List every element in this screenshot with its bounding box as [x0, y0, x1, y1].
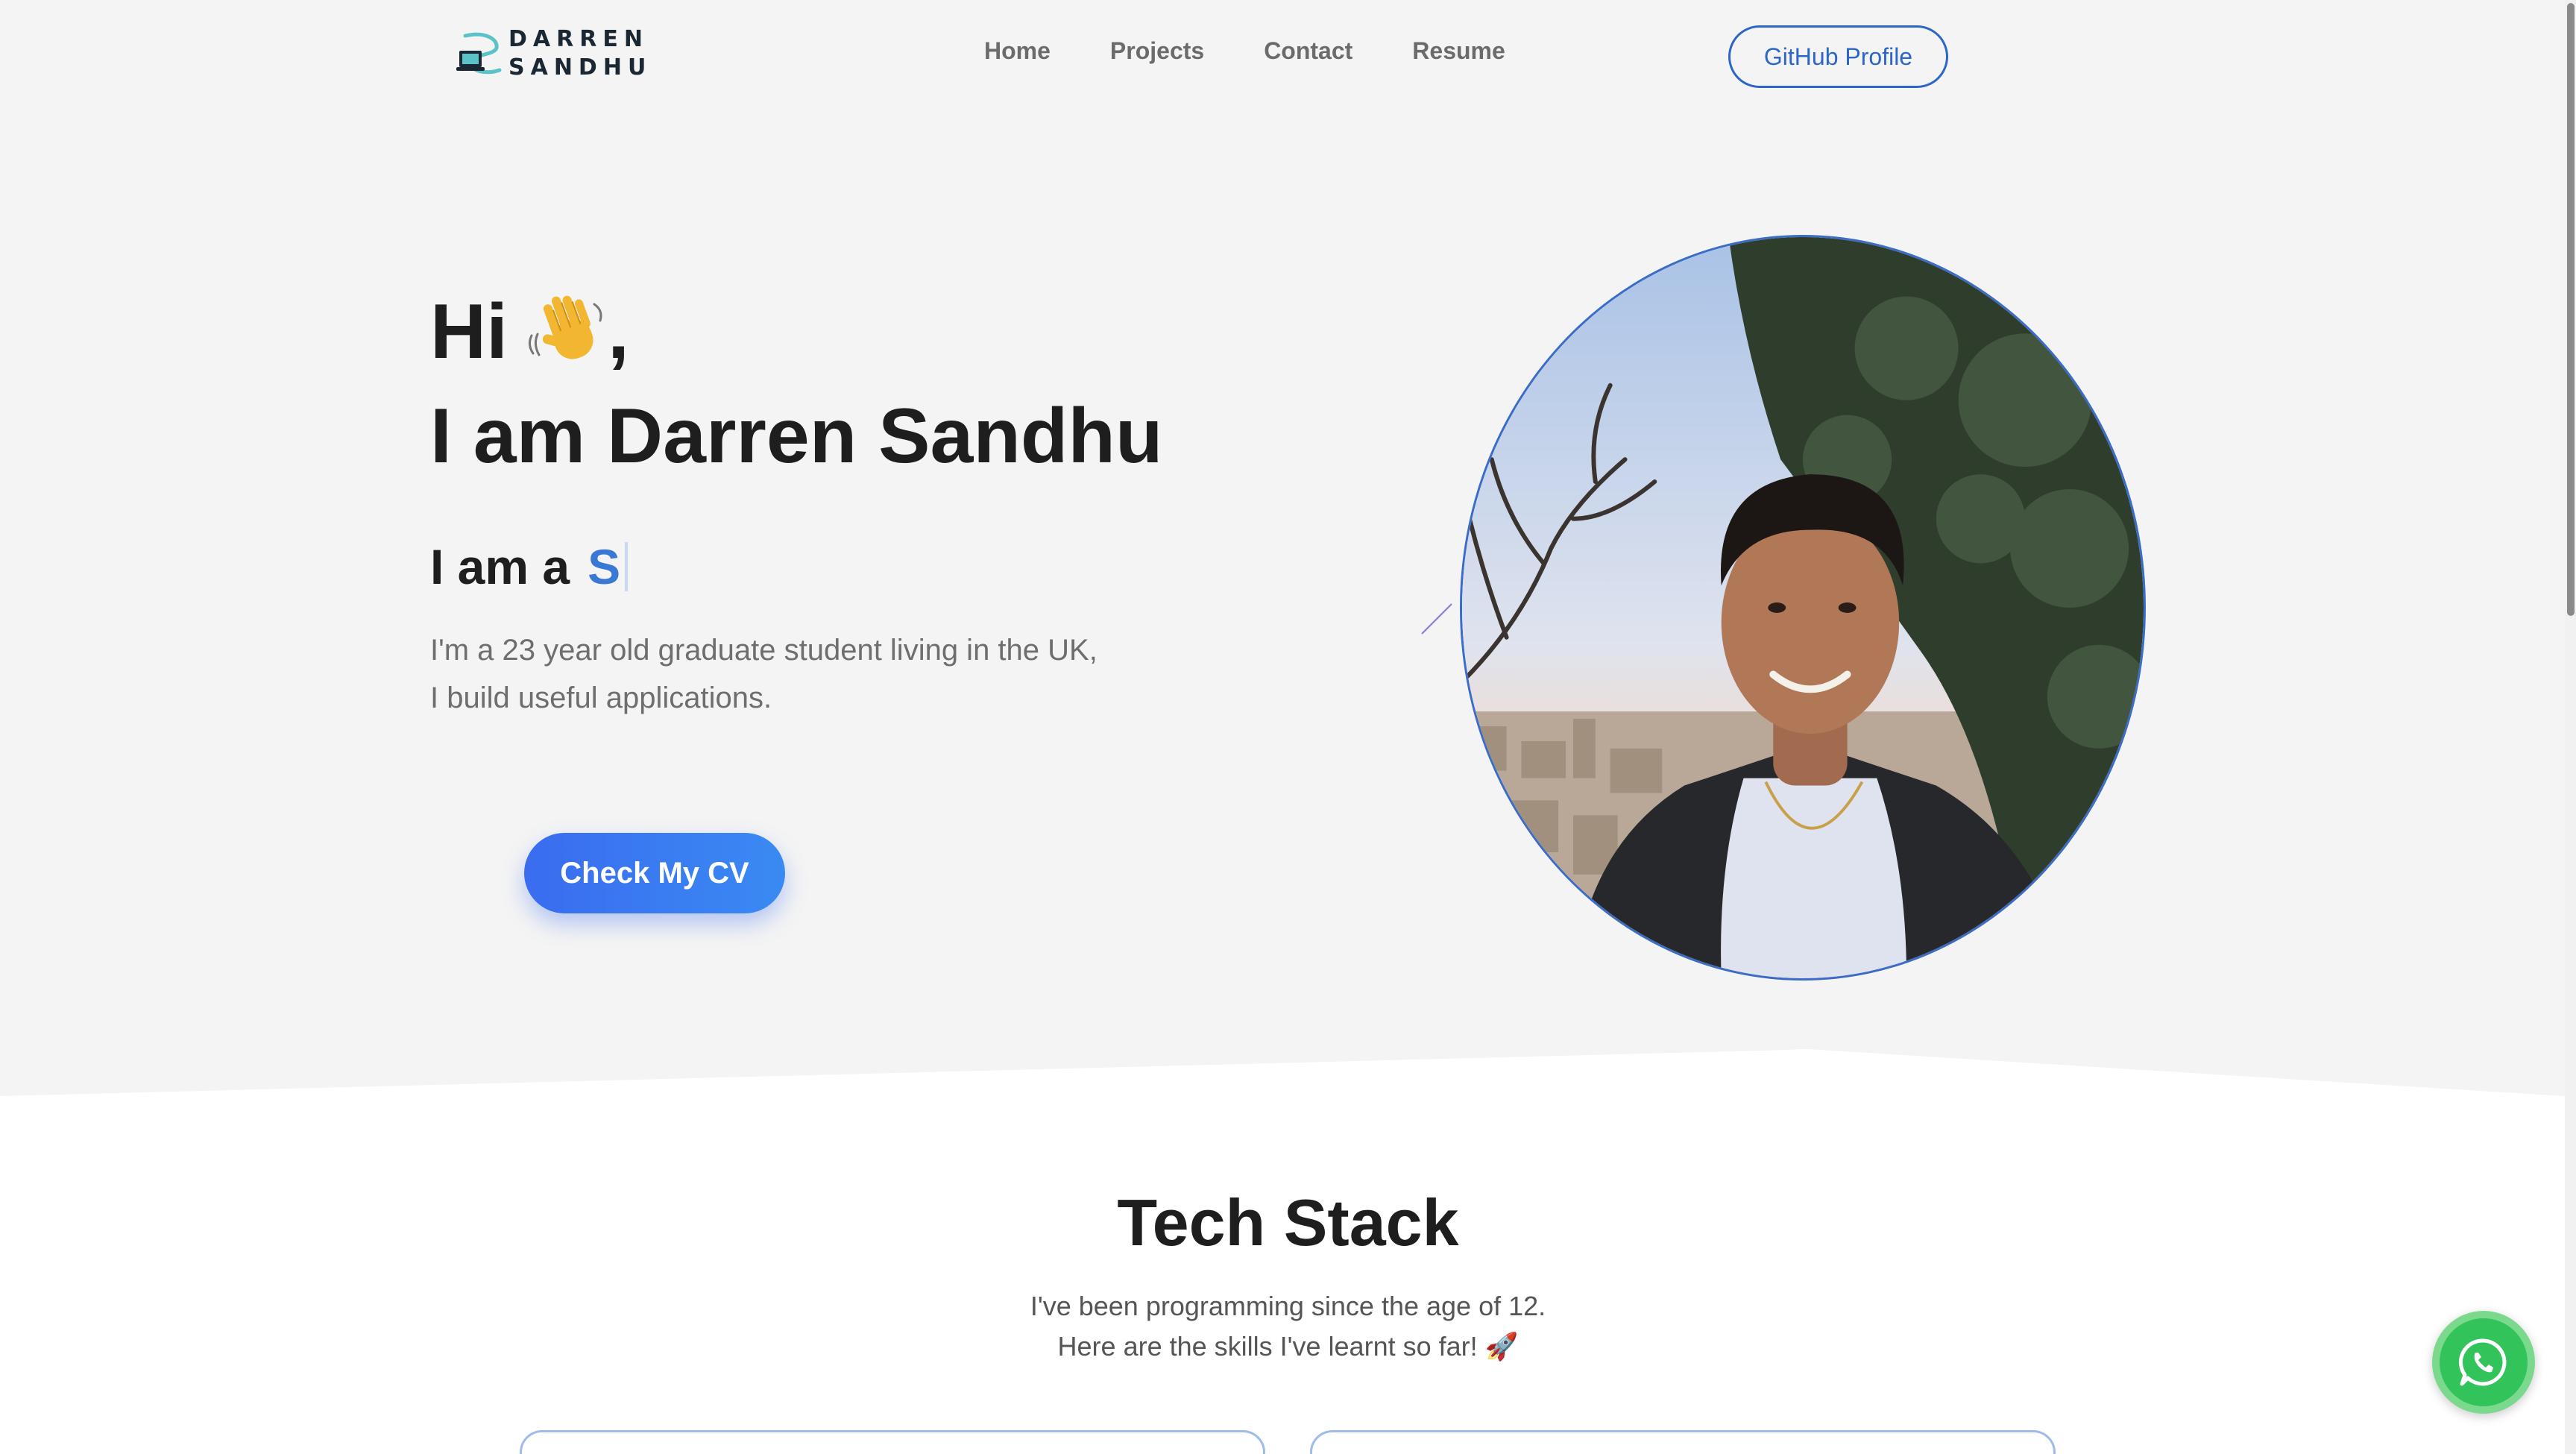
tech-stack-section [0, 1096, 2565, 1454]
logo-mark-icon [455, 28, 506, 79]
logo-line-last: SANDHU [508, 54, 652, 81]
waving-hand-icon [526, 291, 608, 373]
hero-role-typewriter: I am a S [430, 537, 629, 597]
nav-home-link[interactable]: Home [984, 37, 1051, 65]
site-logo[interactable]: DARREN SANDHU [455, 24, 646, 84]
whatsapp-chat-button[interactable] [2432, 1311, 2535, 1414]
tech-stack-subtitle: I've been programming since the age of 1… [0, 1286, 2576, 1367]
tech-subtitle-line-second: Here are the skills I've learnt so far! … [1057, 1331, 1519, 1362]
hero-greeting: Hi , [430, 287, 629, 377]
nav-resume-link[interactable]: Resume [1412, 37, 1505, 65]
profile-photo [1460, 235, 2146, 981]
greeting-comma: , [608, 289, 629, 375]
hero-description: I'm a 23 year old graduate student livin… [430, 626, 1176, 722]
nav-contact-link[interactable]: Contact [1264, 37, 1352, 65]
github-profile-button[interactable]: GitHub Profile [1728, 25, 1948, 88]
logo-wordmark: DARREN SANDHU [508, 25, 652, 82]
tech-subtitle-line-first: I've been programming since the age of 1… [1030, 1291, 1546, 1321]
nav-projects-link[interactable]: Projects [1110, 37, 1204, 65]
description-line-first: I'm a 23 year old graduate student livin… [430, 634, 1098, 667]
skill-card [520, 1430, 1265, 1454]
logo-line-first: DARREN [508, 26, 649, 52]
hero-name-heading: I am Darren Sandhu [430, 393, 1163, 479]
whatsapp-icon [2440, 1318, 2528, 1406]
site-header: DARREN SANDHU Home Projects Contact Resu… [0, 0, 2565, 112]
typing-caret [625, 542, 629, 591]
check-cv-button[interactable]: Check My CV [524, 833, 785, 913]
decorative-streak [1421, 603, 1452, 635]
role-prefix: I am a [430, 539, 570, 594]
section-wave-divider [0, 1049, 2565, 1096]
role-typed-text: S [588, 539, 621, 594]
main-nav: Home Projects Contact Resume [984, 37, 1565, 65]
greeting-text: Hi [430, 289, 508, 375]
tech-stack-title: Tech Stack [1117, 1186, 1459, 1259]
skill-card [1310, 1430, 2056, 1454]
scrollbar-thumb[interactable] [2567, 3, 2575, 616]
description-line-second: I build useful applications. [430, 682, 772, 714]
